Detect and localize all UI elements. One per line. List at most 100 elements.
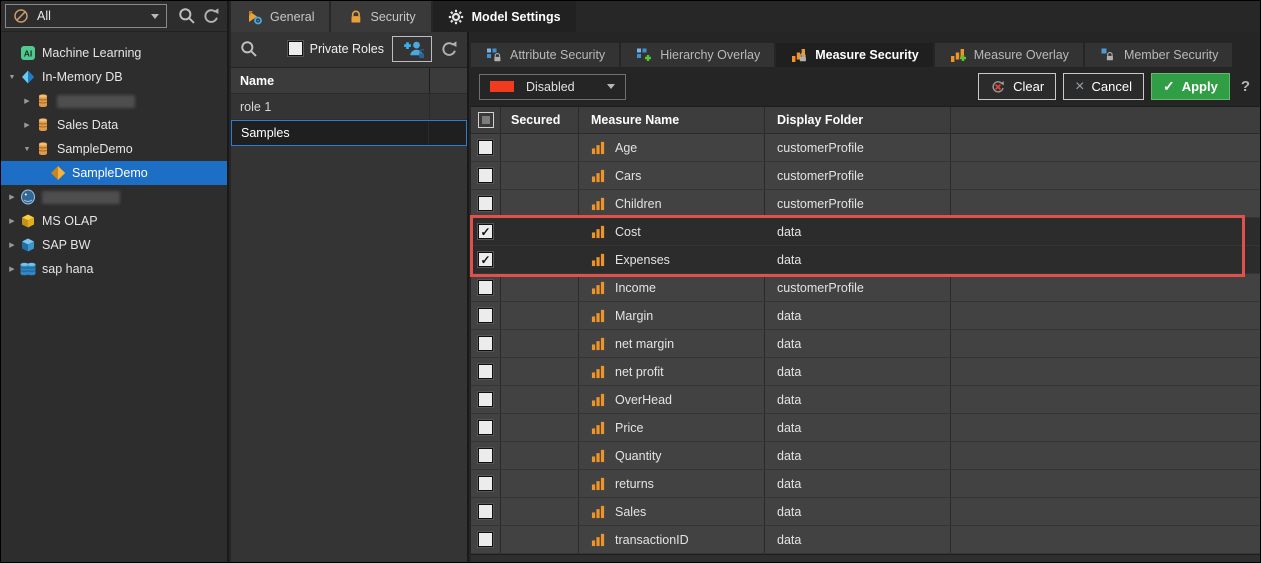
measure-name-cell: returns xyxy=(579,470,765,497)
attribute-security-icon xyxy=(485,47,503,63)
row-checkbox-cell xyxy=(471,302,501,329)
tree-item-sap-bw[interactable]: ▶SAP BW xyxy=(1,233,227,257)
tree-item-sales-data[interactable]: ▶ Sales Data xyxy=(1,113,227,137)
tab-label: Security xyxy=(370,10,415,24)
select-all-cell xyxy=(471,107,501,133)
security-mode-value: Disabled xyxy=(526,80,595,94)
tab-general[interactable]: General xyxy=(231,1,331,32)
display-folder-cell: data xyxy=(765,442,951,469)
measure-bars-icon xyxy=(591,252,606,267)
private-roles-checkbox[interactable] xyxy=(288,41,303,56)
tab-security[interactable]: Security xyxy=(331,1,432,32)
security-mode-dropdown[interactable]: Disabled xyxy=(479,74,626,100)
secured-checkbox[interactable] xyxy=(478,364,493,379)
chevron-collapsed-icon[interactable]: ▶ xyxy=(5,217,19,225)
tab-measure-security[interactable]: Measure Security xyxy=(776,43,935,67)
tab-label: General xyxy=(270,10,314,24)
secured-checkbox[interactable] xyxy=(478,448,493,463)
add-role-button[interactable] xyxy=(392,36,432,62)
measure-row-net-profit: net profitdata xyxy=(471,358,1261,386)
tree-item-in-memory-db[interactable]: ▼In-Memory DB xyxy=(1,65,227,89)
empty-cell xyxy=(951,134,1261,161)
tab-member-security[interactable]: Member Security xyxy=(1085,43,1234,67)
apply-button[interactable]: ✓ Apply xyxy=(1151,73,1230,100)
display-folder-cell: data xyxy=(765,330,951,357)
tree-item-ms-olap[interactable]: ▶MS OLAP xyxy=(1,209,227,233)
cancel-button[interactable]: × Cancel xyxy=(1063,73,1144,100)
secured-checkbox[interactable] xyxy=(478,196,493,211)
measure-bars-icon xyxy=(591,476,606,491)
tree-item-redacted[interactable]: ▶ xyxy=(1,89,227,113)
secured-checkbox[interactable] xyxy=(478,336,493,351)
refresh-icon[interactable] xyxy=(201,6,221,26)
role-row-role-1[interactable]: role 1 xyxy=(231,94,467,120)
empty-cell xyxy=(951,470,1261,497)
secured-checkbox[interactable]: ✓ xyxy=(478,252,493,267)
secured-checkbox[interactable] xyxy=(478,308,493,323)
tree-item-redacted[interactable]: ▶ xyxy=(1,185,227,209)
clear-button[interactable]: Clear xyxy=(978,73,1056,100)
measure-name-cell: transactionID xyxy=(579,526,765,553)
chevron-collapsed-icon[interactable]: ▶ xyxy=(5,193,19,201)
chevron-collapsed-icon[interactable]: ▶ xyxy=(5,241,19,249)
chevron-collapsed-icon[interactable]: ▶ xyxy=(5,265,19,273)
empty-cell xyxy=(951,302,1261,329)
roles-toolbar: Private Roles xyxy=(231,32,467,65)
chevron-collapsed-icon[interactable]: ▶ xyxy=(20,97,34,105)
secured-checkbox[interactable] xyxy=(478,140,493,155)
tree-item-label: SampleDemo xyxy=(72,166,148,180)
help-button[interactable]: ? xyxy=(1237,78,1254,95)
secured-cell xyxy=(501,246,579,273)
secured-checkbox[interactable] xyxy=(478,392,493,407)
measure-row-returns: returnsdata xyxy=(471,470,1261,498)
empty-cell xyxy=(951,330,1261,357)
measure-name: Cost xyxy=(615,225,641,239)
select-all-checkbox[interactable] xyxy=(478,112,494,128)
refresh-icon[interactable] xyxy=(440,40,458,58)
measure-name: Price xyxy=(615,421,643,435)
search-icon[interactable] xyxy=(177,6,197,26)
measure-name: transactionID xyxy=(615,533,689,547)
search-icon[interactable] xyxy=(240,40,258,58)
tab-label: Member Security xyxy=(1124,48,1218,62)
tree-item-machine-learning[interactable]: AIMachine Learning xyxy=(1,41,227,65)
tree-item-sap-hana[interactable]: ▶ sap hana xyxy=(1,257,227,281)
app-window: All AIMachine Learning▼In-Memory DB ▶ ▶ Sal… xyxy=(0,0,1261,563)
display-folder-cell: data xyxy=(765,218,951,245)
secured-checkbox[interactable] xyxy=(478,168,493,183)
chevron-expanded-icon[interactable]: ▼ xyxy=(5,74,19,81)
tree-item-label: sap hana xyxy=(42,262,93,276)
role-row-samples[interactable]: Samples xyxy=(231,120,467,146)
secured-checkbox[interactable] xyxy=(478,420,493,435)
secured-checkbox[interactable] xyxy=(478,504,493,519)
measure-row-children: ChildrencustomerProfile xyxy=(471,190,1261,218)
tree-item-sampledemo[interactable]: ▼SampleDemo xyxy=(1,137,227,161)
measure-name: Income xyxy=(615,281,656,295)
roles-list-header: Name xyxy=(231,67,467,94)
role-extra-cell xyxy=(429,94,467,119)
row-checkbox-cell xyxy=(471,274,501,301)
measure-name: net margin xyxy=(615,337,674,351)
chevron-collapsed-icon[interactable]: ▶ xyxy=(20,121,34,129)
secured-checkbox[interactable]: ✓ xyxy=(478,224,493,239)
tree-item-sampledemo[interactable]: SampleDemo xyxy=(1,161,227,185)
tab-label: Measure Security xyxy=(815,48,919,62)
secured-checkbox[interactable] xyxy=(478,280,493,295)
secured-checkbox[interactable] xyxy=(478,476,493,491)
measure-name-cell: Expenses xyxy=(579,246,765,273)
security-lock-icon xyxy=(346,8,363,25)
secured-checkbox[interactable] xyxy=(478,532,493,547)
datasource-filter-dropdown[interactable]: All xyxy=(5,4,167,28)
private-roles-label: Private Roles xyxy=(310,42,384,56)
tree-item-label: Sales Data xyxy=(57,118,118,132)
tab-hierarchy-overlay[interactable]: Hierarchy Overlay xyxy=(621,43,776,67)
chevron-expanded-icon[interactable]: ▼ xyxy=(20,146,34,153)
measure-name: OverHead xyxy=(615,393,672,407)
tab-model-settings[interactable]: Model Settings xyxy=(433,1,578,32)
display-folder-cell: data xyxy=(765,246,951,273)
tab-label: Model Settings xyxy=(472,10,561,24)
tab-attribute-security[interactable]: Attribute Security xyxy=(471,43,621,67)
measure-bars-icon xyxy=(591,392,606,407)
tab-measure-overlay[interactable]: Measure Overlay xyxy=(935,43,1085,67)
measure-bars-icon xyxy=(591,196,606,211)
